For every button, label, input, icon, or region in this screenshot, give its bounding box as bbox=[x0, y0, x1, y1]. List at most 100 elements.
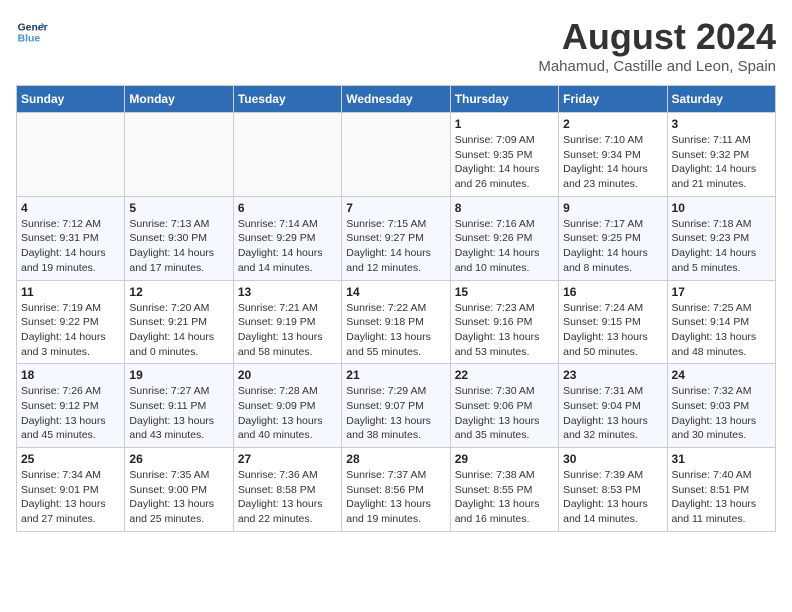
calendar-cell: 19Sunrise: 7:27 AMSunset: 9:11 PMDayligh… bbox=[125, 364, 233, 448]
calendar-cell: 29 Sunrise: 7:38 AMSunset: 8:55 PMDayligh… bbox=[450, 448, 558, 532]
subtitle: Mahamud, Castille and Leon, Spain bbox=[538, 58, 776, 75]
day-number: 10 bbox=[672, 201, 771, 215]
calendar-cell: 11 Sunrise: 7:19 AMSunset: 9:22 PMDayligh… bbox=[17, 280, 125, 364]
day-info: Sunrise: 7:28 AMSunset: 9:09 PMDaylight:… bbox=[238, 384, 337, 443]
day-number: 1 bbox=[455, 117, 554, 131]
calendar-week-row: 11 Sunrise: 7:19 AMSunset: 9:22 PMDayligh… bbox=[17, 280, 776, 364]
day-number: 11 bbox=[21, 285, 120, 299]
calendar-cell: 1 Sunrise: 7:09 AMSunset: 9:35 PMDaylight… bbox=[450, 113, 558, 197]
calendar-week-row: 25Sunrise: 7:34 AMSunset: 9:01 PMDayligh… bbox=[17, 448, 776, 532]
day-number: 13 bbox=[238, 285, 337, 299]
day-number: 2 bbox=[563, 117, 662, 131]
day-number: 31 bbox=[672, 452, 771, 466]
day-info: Sunrise: 7:38 AMSunset: 8:55 PMDaylight:… bbox=[455, 468, 554, 527]
calendar-week-row: 18 Sunrise: 7:26 AMSunset: 9:12 PMDayligh… bbox=[17, 364, 776, 448]
calendar-cell: 24 Sunrise: 7:32 AMSunset: 9:03 PMDayligh… bbox=[667, 364, 775, 448]
weekday-header-row: SundayMondayTuesdayWednesdayThursdayFrid… bbox=[17, 86, 776, 113]
day-info: Sunrise: 7:37 AMSunset: 8:56 PMDaylight:… bbox=[346, 468, 445, 527]
calendar-cell: 28 Sunrise: 7:37 AMSunset: 8:56 PMDayligh… bbox=[342, 448, 450, 532]
weekday-header: Friday bbox=[559, 86, 667, 113]
svg-text:General: General bbox=[18, 22, 48, 33]
day-info: Sunrise: 7:34 AMSunset: 9:01 PMDaylight:… bbox=[21, 468, 120, 527]
day-number: 5 bbox=[129, 201, 228, 215]
day-info: Sunrise: 7:14 AMSunset: 9:29 PMDaylight:… bbox=[238, 217, 337, 276]
calendar-cell: 22Sunrise: 7:30 AMSunset: 9:06 PMDayligh… bbox=[450, 364, 558, 448]
calendar-cell: 16Sunrise: 7:24 AMSunset: 9:15 PMDayligh… bbox=[559, 280, 667, 364]
day-number: 29 bbox=[455, 452, 554, 466]
calendar-cell: 15 Sunrise: 7:23 AMSunset: 9:16 PMDayligh… bbox=[450, 280, 558, 364]
weekday-header: Thursday bbox=[450, 86, 558, 113]
day-number: 28 bbox=[346, 452, 445, 466]
day-info: Sunrise: 7:25 AMSunset: 9:14 PMDaylight:… bbox=[672, 301, 771, 360]
weekday-header: Wednesday bbox=[342, 86, 450, 113]
svg-text:Blue: Blue bbox=[18, 34, 41, 45]
day-info: Sunrise: 7:09 AMSunset: 9:35 PMDaylight:… bbox=[455, 133, 554, 192]
weekday-header: Sunday bbox=[17, 86, 125, 113]
day-number: 12 bbox=[129, 285, 228, 299]
day-number: 7 bbox=[346, 201, 445, 215]
day-info: Sunrise: 7:18 AMSunset: 9:23 PMDaylight:… bbox=[672, 217, 771, 276]
calendar-cell: 31 Sunrise: 7:40 AMSunset: 8:51 PMDayligh… bbox=[667, 448, 775, 532]
logo: General Blue bbox=[16, 16, 48, 48]
day-info: Sunrise: 7:16 AMSunset: 9:26 PMDaylight:… bbox=[455, 217, 554, 276]
calendar-cell: 13 Sunrise: 7:21 AMSunset: 9:19 PMDayligh… bbox=[233, 280, 341, 364]
calendar-week-row: 4Sunrise: 7:12 AMSunset: 9:31 PMDaylight… bbox=[17, 196, 776, 280]
day-number: 17 bbox=[672, 285, 771, 299]
calendar-cell: 23 Sunrise: 7:31 AMSunset: 9:04 PMDayligh… bbox=[559, 364, 667, 448]
main-title: August 2024 bbox=[538, 16, 776, 58]
day-number: 18 bbox=[21, 368, 120, 382]
day-info: Sunrise: 7:35 AMSunset: 9:00 PMDaylight:… bbox=[129, 468, 228, 527]
day-number: 23 bbox=[563, 368, 662, 382]
day-info: Sunrise: 7:29 AMSunset: 9:07 PMDaylight:… bbox=[346, 384, 445, 443]
calendar-cell: 10 Sunrise: 7:18 AMSunset: 9:23 PMDayligh… bbox=[667, 196, 775, 280]
day-number: 21 bbox=[346, 368, 445, 382]
day-info: Sunrise: 7:13 AMSunset: 9:30 PMDaylight:… bbox=[129, 217, 228, 276]
day-number: 9 bbox=[563, 201, 662, 215]
day-info: Sunrise: 7:40 AMSunset: 8:51 PMDaylight:… bbox=[672, 468, 771, 527]
calendar-cell bbox=[233, 113, 341, 197]
day-number: 24 bbox=[672, 368, 771, 382]
day-info: Sunrise: 7:30 AMSunset: 9:06 PMDaylight:… bbox=[455, 384, 554, 443]
weekday-header: Monday bbox=[125, 86, 233, 113]
title-block: August 2024 Mahamud, Castille and Leon, … bbox=[538, 16, 776, 75]
calendar-cell: 8 Sunrise: 7:16 AMSunset: 9:26 PMDaylight… bbox=[450, 196, 558, 280]
day-info: Sunrise: 7:17 AMSunset: 9:25 PMDaylight:… bbox=[563, 217, 662, 276]
day-info: Sunrise: 7:15 AMSunset: 9:27 PMDaylight:… bbox=[346, 217, 445, 276]
day-number: 14 bbox=[346, 285, 445, 299]
calendar-cell: 30 Sunrise: 7:39 AMSunset: 8:53 PMDayligh… bbox=[559, 448, 667, 532]
day-number: 16 bbox=[563, 285, 662, 299]
calendar-cell: 2Sunrise: 7:10 AMSunset: 9:34 PMDaylight… bbox=[559, 113, 667, 197]
day-info: Sunrise: 7:11 AMSunset: 9:32 PMDaylight:… bbox=[672, 133, 771, 192]
calendar-cell: 6Sunrise: 7:14 AMSunset: 9:29 PMDaylight… bbox=[233, 196, 341, 280]
day-info: Sunrise: 7:26 AMSunset: 9:12 PMDaylight:… bbox=[21, 384, 120, 443]
calendar-cell: 20 Sunrise: 7:28 AMSunset: 9:09 PMDayligh… bbox=[233, 364, 341, 448]
day-info: Sunrise: 7:20 AMSunset: 9:21 PMDaylight:… bbox=[129, 301, 228, 360]
day-number: 8 bbox=[455, 201, 554, 215]
day-info: Sunrise: 7:27 AMSunset: 9:11 PMDaylight:… bbox=[129, 384, 228, 443]
logo-icon: General Blue bbox=[16, 16, 48, 48]
day-number: 15 bbox=[455, 285, 554, 299]
day-number: 30 bbox=[563, 452, 662, 466]
weekday-header: Tuesday bbox=[233, 86, 341, 113]
day-number: 20 bbox=[238, 368, 337, 382]
day-info: Sunrise: 7:23 AMSunset: 9:16 PMDaylight:… bbox=[455, 301, 554, 360]
calendar-cell: 5 Sunrise: 7:13 AMSunset: 9:30 PMDaylight… bbox=[125, 196, 233, 280]
calendar-cell bbox=[125, 113, 233, 197]
calendar-cell bbox=[342, 113, 450, 197]
calendar-cell: 21 Sunrise: 7:29 AMSunset: 9:07 PMDayligh… bbox=[342, 364, 450, 448]
day-info: Sunrise: 7:31 AMSunset: 9:04 PMDaylight:… bbox=[563, 384, 662, 443]
page-header: General Blue August 2024 Mahamud, Castil… bbox=[16, 16, 776, 75]
weekday-header: Saturday bbox=[667, 86, 775, 113]
day-info: Sunrise: 7:19 AMSunset: 9:22 PMDaylight:… bbox=[21, 301, 120, 360]
calendar-cell: 3Sunrise: 7:11 AMSunset: 9:32 PMDaylight… bbox=[667, 113, 775, 197]
calendar-cell: 12 Sunrise: 7:20 AMSunset: 9:21 PMDayligh… bbox=[125, 280, 233, 364]
day-info: Sunrise: 7:32 AMSunset: 9:03 PMDaylight:… bbox=[672, 384, 771, 443]
calendar-cell: 26Sunrise: 7:35 AMSunset: 9:00 PMDayligh… bbox=[125, 448, 233, 532]
calendar-cell: 25Sunrise: 7:34 AMSunset: 9:01 PMDayligh… bbox=[17, 448, 125, 532]
day-info: Sunrise: 7:12 AMSunset: 9:31 PMDaylight:… bbox=[21, 217, 120, 276]
day-info: Sunrise: 7:39 AMSunset: 8:53 PMDaylight:… bbox=[563, 468, 662, 527]
calendar-cell: 9 Sunrise: 7:17 AMSunset: 9:25 PMDaylight… bbox=[559, 196, 667, 280]
day-info: Sunrise: 7:36 AMSunset: 8:58 PMDaylight:… bbox=[238, 468, 337, 527]
calendar-table: SundayMondayTuesdayWednesdayThursdayFrid… bbox=[16, 85, 776, 532]
day-info: Sunrise: 7:21 AMSunset: 9:19 PMDaylight:… bbox=[238, 301, 337, 360]
